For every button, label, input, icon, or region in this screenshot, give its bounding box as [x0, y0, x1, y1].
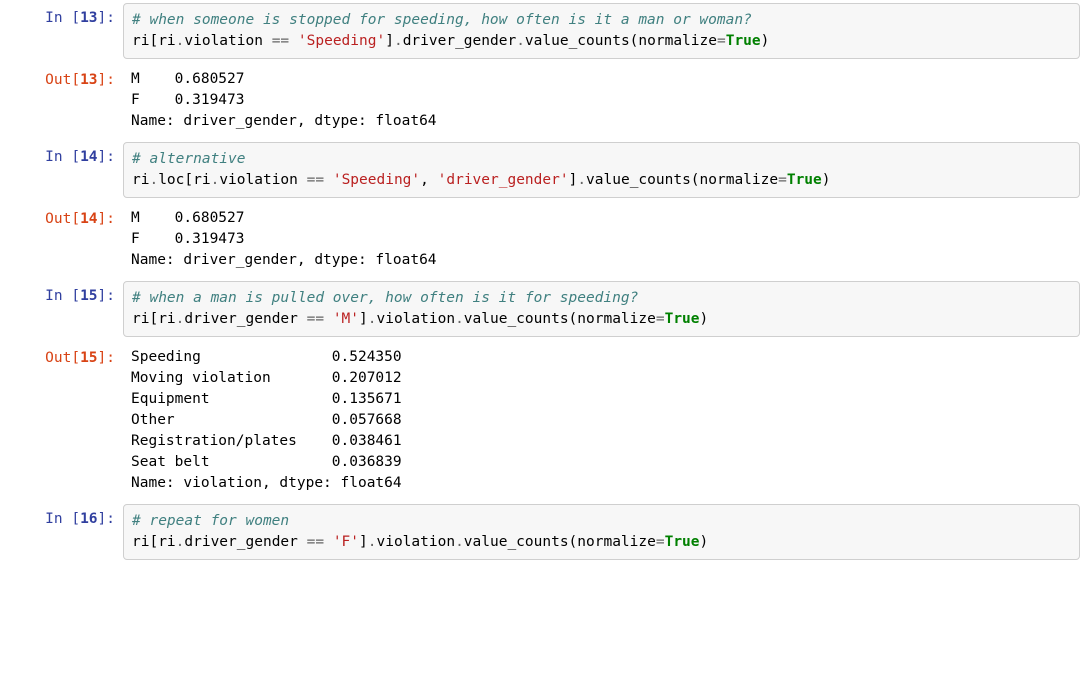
code-token: ==	[307, 311, 324, 327]
code-token: 'M'	[333, 311, 359, 327]
code-input[interactable]: # when someone is stopped for speeding, …	[123, 3, 1080, 59]
code-token: =	[656, 534, 665, 550]
code-token: driver_gender	[403, 33, 517, 49]
code-token: )	[700, 311, 709, 327]
code-cell: In [13]: # when someone is stopped for sp…	[0, 0, 1080, 62]
code-token: True	[787, 172, 822, 188]
code-token: ]	[569, 172, 578, 188]
in-prompt: In [16]:	[0, 504, 123, 533]
in-prompt: In [13]:	[0, 3, 123, 32]
code-token: .	[516, 33, 525, 49]
code-input[interactable]: # when a man is pulled over, how often i…	[123, 281, 1080, 337]
output-cell: Out[14]:M 0.680527 F 0.319473 Name: driv…	[0, 201, 1080, 278]
code-token: ==	[307, 534, 324, 550]
code-token: =	[656, 311, 665, 327]
code-token: )	[761, 33, 770, 49]
code-token: 'Speeding'	[333, 172, 420, 188]
code-token: .	[149, 172, 158, 188]
code-token: .	[577, 172, 586, 188]
code-token: driver_gender	[184, 311, 306, 327]
code-token: # when a man is pulled over, how often i…	[132, 290, 638, 306]
code-token: violation	[376, 534, 455, 550]
in-prompt: In [14]:	[0, 142, 123, 171]
code-token: loc[ri	[158, 172, 210, 188]
code-token: violation	[184, 33, 271, 49]
code-token: =	[778, 172, 787, 188]
code-token: True	[665, 534, 700, 550]
code-token	[324, 172, 333, 188]
code-token: 'Speeding'	[298, 33, 385, 49]
code-token: violation	[376, 311, 455, 327]
code-token: ==	[272, 33, 289, 49]
code-token: ]	[359, 311, 368, 327]
output-text: Speeding 0.524350 Moving violation 0.207…	[123, 343, 1080, 498]
code-token: # repeat for women	[132, 513, 289, 529]
code-token: .	[394, 33, 403, 49]
code-token	[324, 311, 333, 327]
code-token: True	[665, 311, 700, 327]
code-token: )	[822, 172, 831, 188]
code-token: # when someone is stopped for speeding, …	[132, 12, 752, 28]
code-token: value_counts(normalize	[464, 534, 656, 550]
code-token	[289, 33, 298, 49]
out-prompt: Out[13]:	[0, 65, 123, 94]
code-token: violation	[219, 172, 306, 188]
output-text: M 0.680527 F 0.319473 Name: driver_gende…	[123, 65, 1080, 136]
code-cell: In [16]: # repeat for women ri[ri. driver_…	[0, 501, 1080, 563]
code-input[interactable]: # alternative ri.loc[ri.violation == 'Sp…	[123, 142, 1080, 198]
code-token: ,	[420, 172, 437, 188]
code-input[interactable]: # repeat for women ri[ri. driver_gender =…	[123, 504, 1080, 560]
output-cell: Out[15]:Speeding 0.524350 Moving violati…	[0, 340, 1080, 501]
code-token: )	[700, 534, 709, 550]
code-token: value_counts(normalize	[525, 33, 717, 49]
code-token: .	[455, 311, 464, 327]
code-token: ri[ri	[132, 33, 176, 49]
code-token: value_counts(normalize	[464, 311, 656, 327]
out-prompt: Out[15]:	[0, 343, 123, 372]
code-token: ri[ri	[132, 311, 176, 327]
code-token: ]	[385, 33, 394, 49]
code-cell: In [15]: # when a man is pulled over, how…	[0, 278, 1080, 340]
code-token: .	[455, 534, 464, 550]
code-token: value_counts(normalize	[586, 172, 778, 188]
code-token: driver_gender	[184, 534, 306, 550]
code-token: ri[ri	[132, 534, 176, 550]
code-cell: In [14]:# alternative ri.loc[ri.violatio…	[0, 139, 1080, 201]
code-token: ]	[359, 534, 368, 550]
notebook: In [13]: # when someone is stopped for sp…	[0, 0, 1080, 563]
code-token: 'driver_gender'	[438, 172, 569, 188]
code-token: True	[726, 33, 761, 49]
in-prompt: In [15]:	[0, 281, 123, 310]
code-token: 'F'	[333, 534, 359, 550]
code-token: ==	[307, 172, 324, 188]
code-token: =	[717, 33, 726, 49]
code-token	[324, 534, 333, 550]
output-cell: Out[13]:M 0.680527 F 0.319473 Name: driv…	[0, 62, 1080, 139]
output-text: M 0.680527 F 0.319473 Name: driver_gende…	[123, 204, 1080, 275]
code-token: # alternative	[132, 151, 246, 167]
out-prompt: Out[14]:	[0, 204, 123, 233]
code-token: ri	[132, 172, 149, 188]
